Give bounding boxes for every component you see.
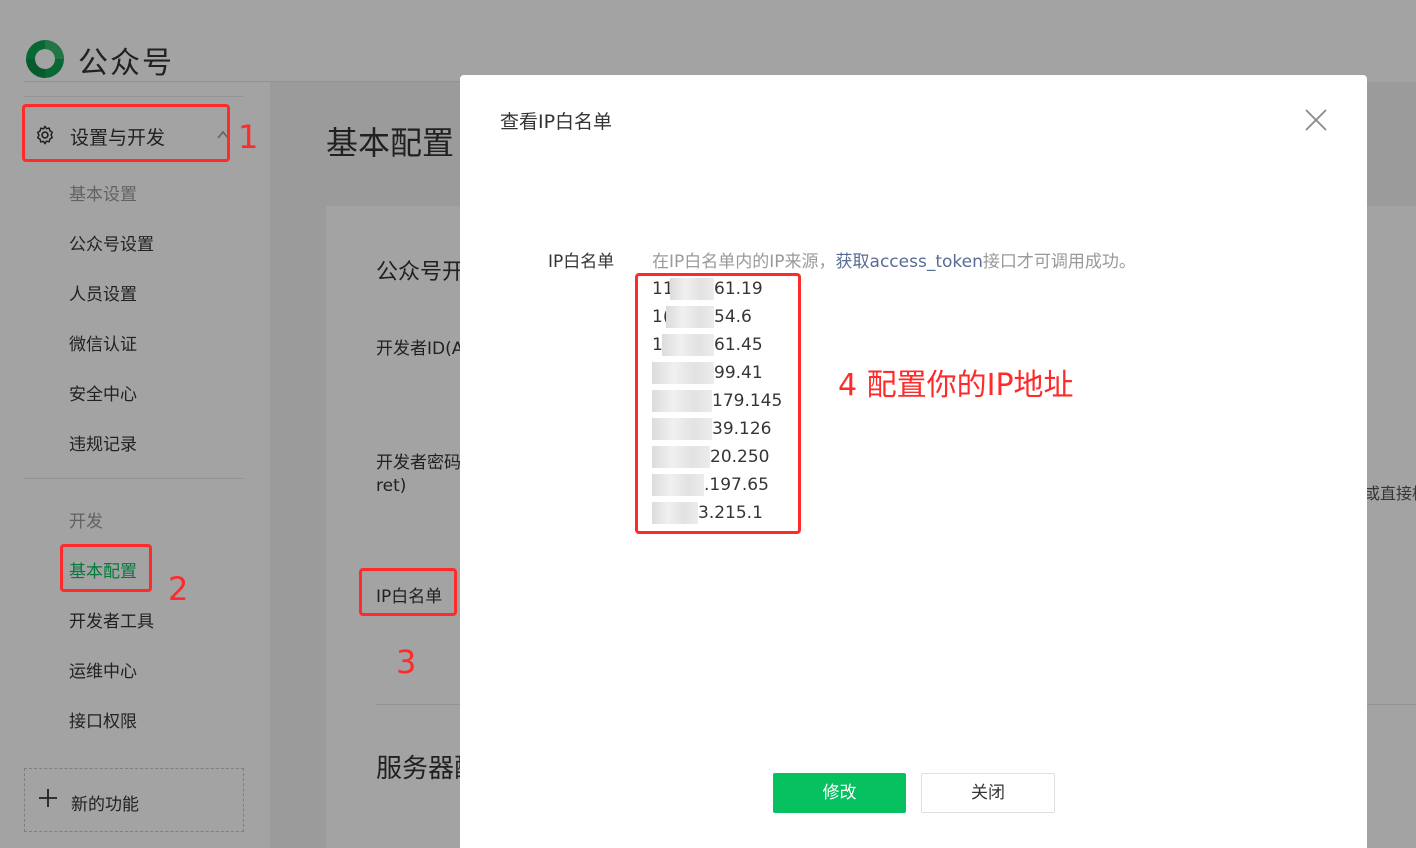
tip-suffix: 接口才可调用成功。 [982, 252, 1136, 272]
field-tip: 在IP白名单内的IP来源，获取access_token接口才可调用成功。 [652, 247, 1136, 272]
annotation-text-4: 4 配置你的IP地址 [838, 368, 1074, 403]
annotation-number-1: 1 [238, 118, 259, 156]
close-icon[interactable] [1304, 108, 1328, 132]
ip-whitelist-dialog: 查看IP白名单 IP白名单 在IP白名单内的IP来源，获取access_toke… [460, 75, 1367, 848]
annotation-number-2: 2 [168, 570, 189, 608]
annotation-box-1 [22, 104, 230, 162]
annotation-box-2 [60, 544, 152, 592]
annotation-box-3 [359, 568, 457, 616]
tip-prefix: 在IP白名单内的IP来源， [652, 252, 836, 272]
annotation-number-3: 3 [396, 643, 417, 681]
dialog-title: 查看IP白名单 [500, 111, 613, 133]
field-label-ip-whitelist: IP白名单 [548, 252, 615, 272]
access-token-link[interactable]: 获取access_token [836, 252, 983, 272]
edit-button[interactable]: 修改 [773, 773, 906, 813]
annotation-box-4 [635, 273, 801, 534]
close-button[interactable]: 关闭 [921, 773, 1055, 813]
